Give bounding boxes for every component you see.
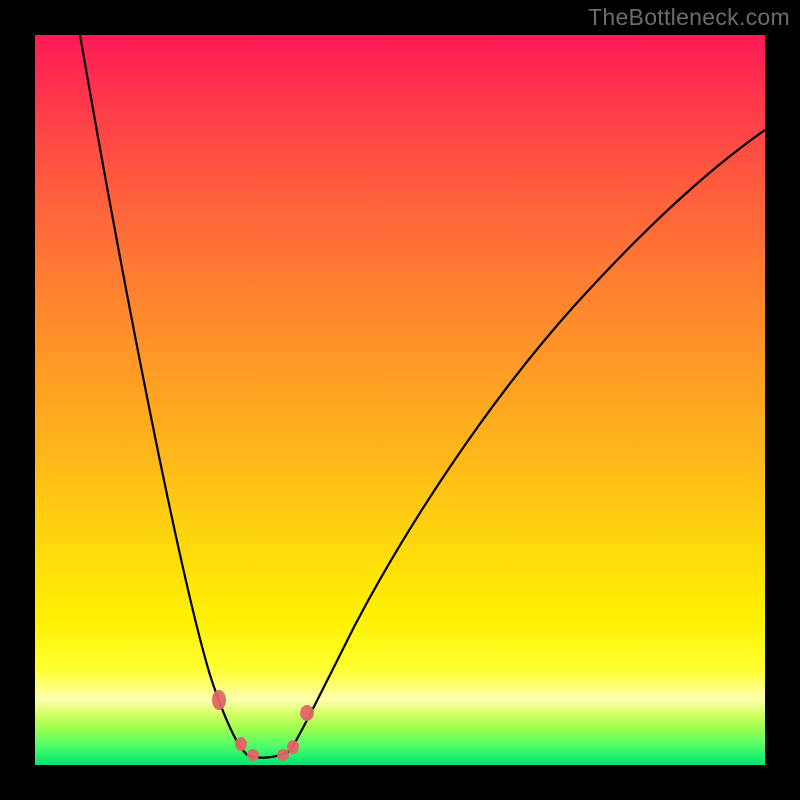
marker-2 xyxy=(235,737,247,751)
marker-5 xyxy=(287,740,299,754)
plot-area xyxy=(35,35,765,765)
chart-svg xyxy=(35,35,765,765)
marker-6 xyxy=(300,705,314,721)
curve-left xyxy=(80,35,247,755)
marker-1 xyxy=(212,690,226,710)
marker-4 xyxy=(277,749,289,761)
watermark-text: TheBottleneck.com xyxy=(588,4,790,31)
curve-right xyxy=(290,130,765,751)
outer-frame: TheBottleneck.com xyxy=(0,0,800,800)
marker-3 xyxy=(247,749,259,761)
